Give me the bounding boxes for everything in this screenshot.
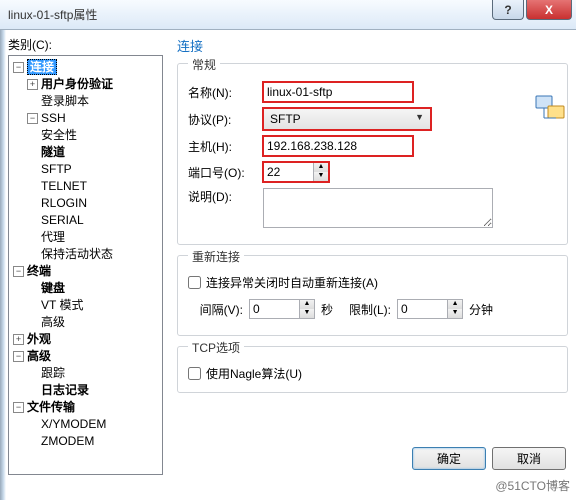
tree-rlogin[interactable]: RLOGIN <box>41 196 87 210</box>
tree-login-script[interactable]: 登录脚本 <box>41 94 89 108</box>
nagle-chk-label: 使用Nagle算法(U) <box>206 365 302 382</box>
name-label: 名称(N): <box>188 84 263 101</box>
interval-label: 间隔(V): <box>188 301 243 318</box>
limit-input[interactable] <box>397 299 447 319</box>
name-input[interactable] <box>263 82 413 102</box>
port-label: 端口号(O): <box>188 164 263 181</box>
close-button[interactable]: X <box>526 0 572 20</box>
tree-user-auth[interactable]: 用户身份验证 <box>41 77 113 91</box>
seconds-label: 秒 <box>321 301 333 318</box>
collapse-icon[interactable]: − <box>13 62 24 73</box>
tree-logging[interactable]: 日志记录 <box>41 383 89 397</box>
panel-heading: 连接 <box>177 36 568 55</box>
tree-serial[interactable]: SERIAL <box>41 213 84 227</box>
tree-keyboard[interactable]: 键盘 <box>41 281 65 295</box>
spin-up-icon[interactable]: ▲ <box>300 300 314 309</box>
general-legend: 常规 <box>188 56 220 73</box>
spin-up-icon[interactable]: ▲ <box>448 300 462 309</box>
category-tree[interactable]: −连接 +用户身份验证 登录脚本 −SSH 安全性 隧道 SFTP <box>8 55 163 475</box>
reconnect-chk-label: 连接异常关闭时自动重新连接(A) <box>206 274 378 291</box>
tree-security[interactable]: 安全性 <box>41 128 77 142</box>
tree-tunnel[interactable]: 隧道 <box>41 145 65 159</box>
protocol-label: 协议(P): <box>188 111 263 128</box>
spin-down-icon[interactable]: ▼ <box>314 172 328 181</box>
minutes-label: 分钟 <box>469 301 493 318</box>
tree-terminal[interactable]: 终端 <box>27 264 51 278</box>
interval-spinner[interactable]: ▲▼ <box>249 299 315 319</box>
tree-connection[interactable]: 连接 <box>27 59 57 75</box>
tree-xymodem[interactable]: X/YMODEM <box>41 417 106 431</box>
collapse-icon[interactable]: − <box>13 266 24 277</box>
watermark: @51CTO博客 <box>495 477 570 494</box>
desc-label: 说明(D): <box>188 188 263 205</box>
desc-input[interactable] <box>263 188 493 228</box>
collapse-icon[interactable]: − <box>13 402 24 413</box>
collapse-icon[interactable]: − <box>27 113 38 124</box>
spin-down-icon[interactable]: ▼ <box>300 309 314 318</box>
spin-up-icon[interactable]: ▲ <box>314 163 328 172</box>
collapse-icon[interactable]: − <box>13 351 24 362</box>
tree-file-transfer[interactable]: 文件传输 <box>27 400 75 414</box>
tree-telnet[interactable]: TELNET <box>41 179 87 193</box>
titlebar: linux-01-sftp属性 ? X <box>0 0 576 30</box>
tree-vt[interactable]: VT 模式 <box>41 298 83 312</box>
cancel-button[interactable]: 取消 <box>492 447 566 470</box>
reconnect-checkbox[interactable] <box>188 276 201 289</box>
reconnect-legend: 重新连接 <box>188 248 244 265</box>
tree-sftp[interactable]: SFTP <box>41 162 72 176</box>
tree-appearance[interactable]: 外观 <box>27 332 51 346</box>
tcp-legend: TCP选项 <box>188 339 244 356</box>
help-button[interactable]: ? <box>492 0 524 20</box>
general-group: 常规 名称(N): 协议(P): SFTP 主机(H): 端口号(O): ▲▼ <box>177 63 568 245</box>
tcp-group: TCP选项 使用Nagle算法(U) <box>177 346 568 393</box>
tree-ssh[interactable]: SSH <box>41 111 66 125</box>
window-left-border <box>0 30 6 500</box>
host-label: 主机(H): <box>188 138 263 155</box>
expand-icon[interactable]: + <box>13 334 24 345</box>
port-input[interactable] <box>263 162 313 182</box>
port-spinner[interactable]: ▲▼ <box>263 162 329 182</box>
tree-proxy[interactable]: 代理 <box>41 230 65 244</box>
nagle-checkbox[interactable] <box>188 367 201 380</box>
protocol-select[interactable]: SFTP <box>263 108 431 130</box>
tree-trace[interactable]: 跟踪 <box>41 366 65 380</box>
tree-term-advanced[interactable]: 高级 <box>41 315 65 329</box>
ok-button[interactable]: 确定 <box>412 447 486 470</box>
tree-keepalive[interactable]: 保持活动状态 <box>41 247 113 261</box>
spin-down-icon[interactable]: ▼ <box>448 309 462 318</box>
tree-advanced[interactable]: 高级 <box>27 349 51 363</box>
reconnect-group: 重新连接 连接异常关闭时自动重新连接(A) 间隔(V): ▲▼ 秒 限制(L):… <box>177 255 568 336</box>
interval-input[interactable] <box>249 299 299 319</box>
expand-icon[interactable]: + <box>27 79 38 90</box>
category-label: 类别(C): <box>8 36 163 53</box>
window-title: linux-01-sftp属性 <box>8 6 97 23</box>
host-input[interactable] <box>263 136 413 156</box>
tree-zmodem[interactable]: ZMODEM <box>41 434 94 448</box>
limit-label: 限制(L): <box>349 301 391 318</box>
limit-spinner[interactable]: ▲▼ <box>397 299 463 319</box>
